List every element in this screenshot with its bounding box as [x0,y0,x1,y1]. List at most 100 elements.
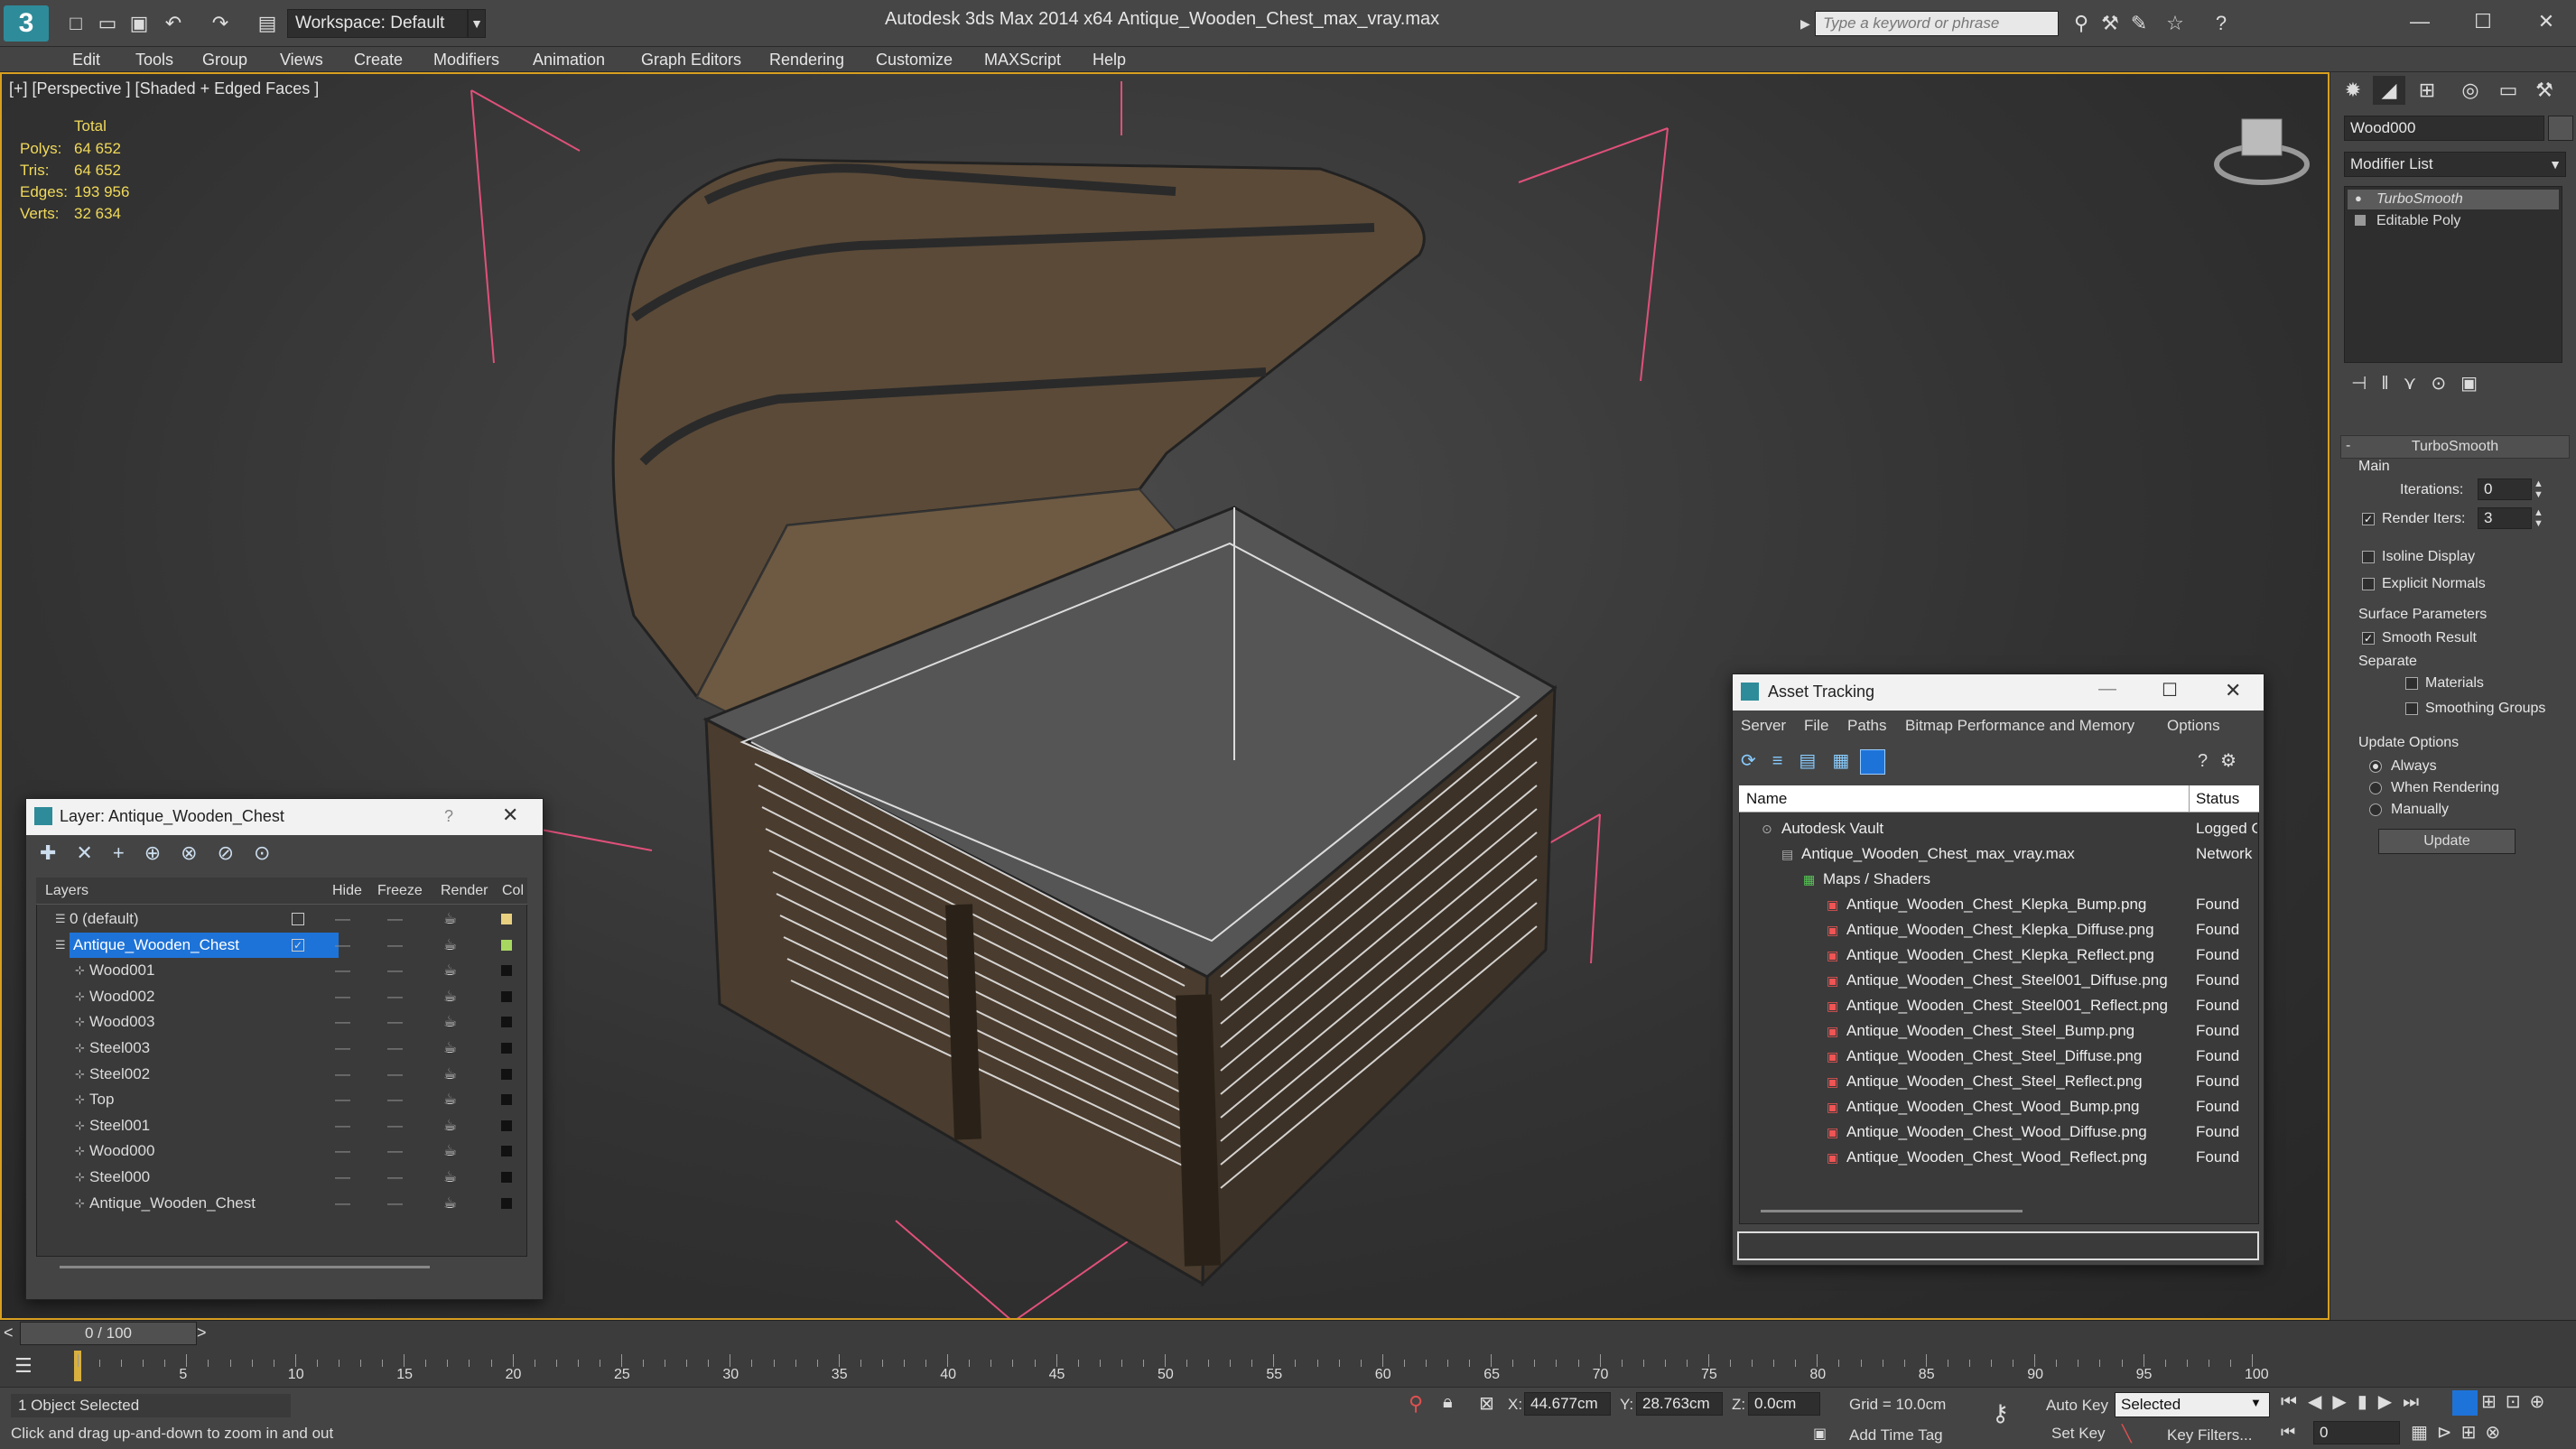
materials-checkbox[interactable] [2405,677,2418,690]
asset-col-name[interactable]: Name [1746,790,1787,808]
layer-color-swatch[interactable] [501,1197,512,1209]
render-iters-spinner[interactable]: 3 [2478,507,2532,529]
asset-row[interactable]: ▣ Antique_Wooden_Chest_Klepka_Diffuse.png… [1740,917,2258,943]
asset-row[interactable]: ⊙ Autodesk Vault Logged O [1740,816,2258,841]
asset-name[interactable]: Antique_Wooden_Chest_Steel001_Diffuse.pn… [1846,968,2184,993]
col-layers[interactable]: Layers [45,883,88,899]
col-color[interactable]: Col [502,883,525,899]
asset-menu-options[interactable]: Options [2167,717,2220,735]
smoothing-groups-checkbox[interactable] [2405,702,2418,715]
redo-icon[interactable]: ↷ [208,11,233,36]
layer-name[interactable]: Steel001 [89,1113,150,1138]
asset-row[interactable]: ▤ Antique_Wooden_Chest_max_vray.max Networ… [1740,841,2258,867]
asset-row[interactable]: ▣ Antique_Wooden_Chest_Steel_Bump.png Foun… [1740,1018,2258,1044]
layer-row[interactable]: ⊹ Steel000 — — ☕ [37,1165,526,1191]
communication-icon[interactable]: ✎ [2125,11,2153,36]
layer-row[interactable]: ⊹ Steel002 — — ☕ [37,1062,526,1088]
time-config-icons[interactable]: ▦⊳⊞⊗ [2411,1421,2509,1444]
display-tab-icon[interactable]: ▭ [2492,76,2525,105]
zoom-active-icon[interactable] [2452,1390,2478,1416]
project-folder-icon[interactable]: ▤ [255,11,280,36]
create-tab-icon[interactable]: ✹ [2337,76,2369,105]
motion-tab-icon[interactable]: ◎ [2454,76,2487,105]
set-key-button[interactable]: Set Key [2051,1425,2106,1443]
search-input[interactable]: Type a keyword or phrase [1815,11,2059,36]
asset-col-status[interactable]: Status [2196,790,2239,808]
asset-row[interactable]: ▣ Antique_Wooden_Chest_Wood_Bump.png Found [1740,1094,2258,1119]
layer-row[interactable]: ⊹ Steel003 — — ☕ [37,1036,526,1062]
layer-row[interactable]: ⊹ Steel001 — — ☕ [37,1113,526,1139]
layer-dialog-close-button[interactable]: ✕ [502,803,518,827]
go-to-start-icon[interactable]: ⏮ [2281,1423,2295,1442]
selection-lock-icon[interactable]: 🔒︎ [1443,1392,1453,1413]
render-teapot-icon[interactable]: ☕ [443,933,457,958]
asset-name[interactable]: Antique_Wooden_Chest_Klepka_Diffuse.png [1846,917,2184,943]
layer-name[interactable]: Steel003 [89,1036,150,1061]
layer-row[interactable]: ⊹ Wood002 — — ☕ [37,984,526,1010]
time-next-icon[interactable]: > [197,1324,207,1342]
menu-maxscript[interactable]: MAXScript [984,47,1061,72]
menu-help[interactable]: Help [1093,47,1126,72]
undo-icon[interactable]: ↶ [161,11,186,36]
menu-tools[interactable]: Tools [135,47,173,72]
asset-row[interactable]: ▦ Maps / Shaders [1740,867,2258,892]
y-coordinate-field[interactable]: 28.763cm [1636,1392,1723,1416]
layer-row[interactable]: ⊹ Top — — ☕ [37,1087,526,1113]
layer-color-swatch[interactable] [501,1119,512,1131]
binoculars-icon[interactable]: ⚲ [2068,11,2095,36]
modify-tab-icon[interactable]: ◢ [2373,76,2405,105]
help-icon[interactable]: ? [2208,11,2235,36]
time-slider-thumb[interactable]: 0 / 100 [20,1322,197,1345]
asset-row[interactable]: ▣ Antique_Wooden_Chest_Wood_Diffuse.png Fo… [1740,1119,2258,1145]
layer-dialog-help-button[interactable]: ? [444,807,453,826]
freeze-toggle[interactable]: — [387,1165,403,1190]
render-teapot-icon[interactable]: ☕ [443,1009,457,1035]
maximize-button[interactable]: ☐ [2456,5,2510,38]
asset-name[interactable]: Antique_Wooden_Chest_Wood_Diffuse.png [1846,1119,2184,1145]
layer-name[interactable]: Steel002 [89,1062,150,1087]
layer-color-swatch[interactable] [501,914,512,924]
asset-row[interactable]: ▣ Antique_Wooden_Chest_Wood_Reflect.png Fo… [1740,1145,2258,1170]
freeze-toggle[interactable]: — [387,1036,403,1061]
auto-key-button[interactable]: Auto Key [2046,1394,2109,1417]
asset-dialog-minimize-button[interactable]: — [2098,679,2116,700]
asset-menu-file[interactable]: File [1804,717,1828,735]
absolute-mode-icon[interactable]: ⊠ [1479,1392,1494,1415]
col-render[interactable]: Render [441,883,488,899]
layer-name[interactable]: Steel000 [89,1165,150,1190]
layer-row[interactable]: ☰ Antique_Wooden_Chest ✓ — — ☕ [37,932,526,959]
asset-path-field[interactable] [1737,1231,2259,1260]
hide-toggle[interactable]: — [335,1191,350,1216]
layer-color-swatch[interactable] [501,965,512,977]
menu-graph-editors[interactable]: Graph Editors [641,47,741,72]
stack-item-editable-poly[interactable]: Editable Poly [2348,211,2559,231]
render-teapot-icon[interactable]: ☕ [443,1138,457,1164]
freeze-toggle[interactable]: — [387,906,403,932]
freeze-toggle[interactable]: — [387,984,403,1009]
layer-row[interactable]: ⊹ Wood001 — — ☕ [37,958,526,984]
render-teapot-icon[interactable]: ☕ [443,1165,457,1190]
layer-row[interactable]: ⊹ Wood003 — — ☕ [37,1009,526,1036]
asset-name[interactable]: Antique_Wooden_Chest_Wood_Reflect.png [1846,1145,2184,1170]
render-teapot-icon[interactable]: ☕ [443,984,457,1009]
render-teapot-icon[interactable]: ☕ [443,1191,457,1216]
hide-toggle[interactable]: — [335,1165,350,1190]
update-always-radio[interactable] [2369,760,2382,773]
layer-row[interactable]: ⊹ Wood000 — — ☕ [37,1138,526,1165]
subscription-icon[interactable]: ⚒ [2097,11,2124,36]
freeze-toggle[interactable]: — [387,1113,403,1138]
layer-row[interactable]: ☰ 0 (default) — — ☕ [37,906,526,933]
render-teapot-icon[interactable]: ☕ [443,1113,457,1138]
isolate-selection-icon[interactable]: ⚲ [1409,1392,1423,1416]
freeze-toggle[interactable]: — [387,1009,403,1035]
menu-create[interactable]: Create [354,47,403,72]
new-file-icon[interactable]: □ [63,11,88,36]
menu-group[interactable]: Group [202,47,247,72]
add-time-tag[interactable]: Add Time Tag [1849,1426,1943,1444]
key-mode-caret-icon[interactable]: ▼ [2250,1396,2262,1409]
render-teapot-icon[interactable]: ☕ [443,1087,457,1112]
freeze-toggle[interactable]: — [387,958,403,983]
asset-row[interactable]: ▣ Antique_Wooden_Chest_Steel_Reflect.png F… [1740,1069,2258,1094]
menu-rendering[interactable]: Rendering [769,47,844,72]
smooth-result-checkbox[interactable]: ✓ [2362,632,2375,645]
